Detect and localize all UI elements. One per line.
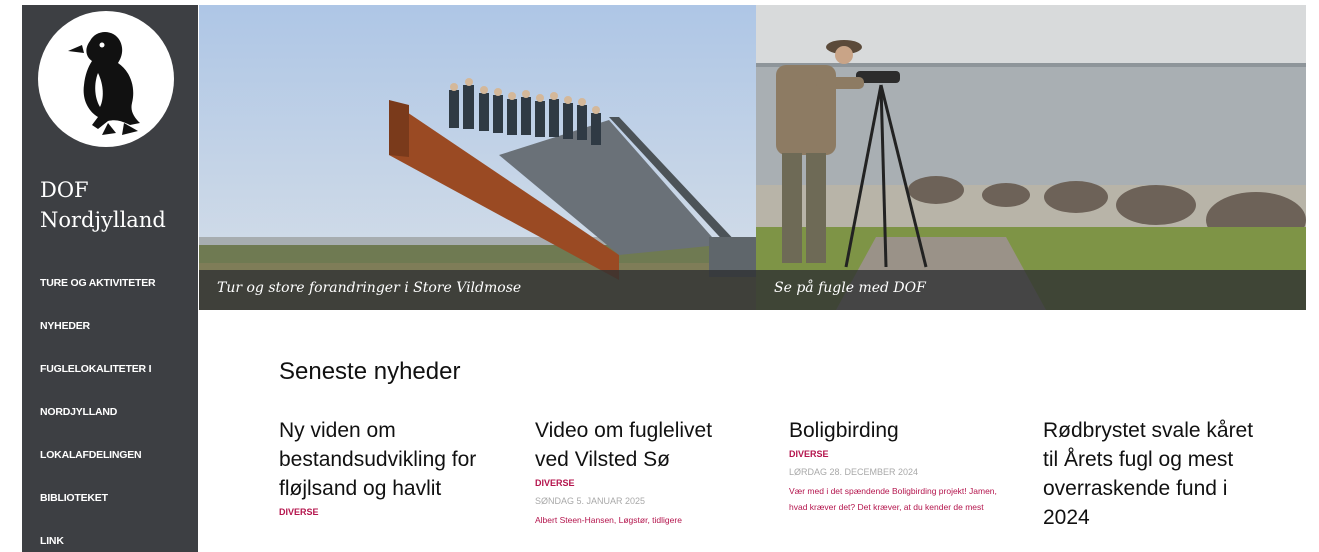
nav-item-lokalafdelingen[interactable]: LOKALAFDELINGEN	[40, 447, 195, 490]
news-title-link[interactable]: Video om fuglelivet ved Vilsted Sø	[535, 416, 750, 474]
news-title-link[interactable]: Boligbirding	[789, 416, 1004, 445]
nav-item-biblioteket[interactable]: BIBLIOTEKET	[40, 490, 195, 533]
news-item: Boligbirding DIVERSE LØRDAG 28. DECEMBER…	[789, 416, 1004, 515]
site-title[interactable]: DOF Nordjylland	[40, 175, 195, 235]
news-item: Rødbrystet svale kåret til Årets fugl og…	[1043, 416, 1258, 532]
news-item: Video om fuglelivet ved Vilsted Sø DIVER…	[535, 416, 750, 528]
dof-logo[interactable]	[38, 11, 174, 147]
news-category-link[interactable]: DIVERSE	[535, 478, 750, 488]
nav-item-link[interactable]: LINK	[40, 533, 195, 552]
nav-item-fuglelokaliteter[interactable]: FUGLELOKALITETER I	[40, 361, 195, 404]
hero-banner: Tur og store forandringer i Store Vildmo…	[199, 5, 1306, 310]
news-category-link[interactable]: DIVERSE	[279, 507, 494, 517]
observation-tower-photo	[199, 5, 756, 310]
caption-bar: Tur og store forandringer i Store Vildmo…	[199, 270, 756, 310]
news-item: Ny viden om bestandsudvikling for fløjls…	[279, 416, 494, 517]
hero-slide-se-paa-fugle[interactable]: Se på fugle med DOF	[756, 5, 1306, 310]
nav-item-ture-og-aktiviteter[interactable]: TURE OG AKTIVITETER	[40, 275, 195, 318]
birdwatcher-photo	[756, 5, 1306, 310]
main-nav: TURE OG AKTIVITETER NYHEDER FUGLELOKALIT…	[40, 275, 195, 552]
hero-caption[interactable]: Se på fugle med DOF	[774, 280, 926, 296]
hero-caption[interactable]: Tur og store forandringer i Store Vildmo…	[217, 280, 521, 296]
hero-slide-vildmose[interactable]: Tur og store forandringer i Store Vildmo…	[199, 5, 756, 310]
news-title-link[interactable]: Rødbrystet svale kåret til Årets fugl og…	[1043, 416, 1258, 532]
nav-item-nyheder[interactable]: NYHEDER	[40, 318, 195, 361]
news-section-heading: Seneste nyheder	[279, 358, 461, 385]
puffin-logo-icon	[68, 32, 140, 135]
news-excerpt: Vær med i det spændende Boligbirding pro…	[789, 486, 997, 512]
news-date: LØRDAG 28. DECEMBER 2024	[789, 467, 919, 477]
news-excerpt: Albert Steen-Hansen, Løgstør, tidligere	[535, 515, 682, 525]
nav-item-nordjylland[interactable]: NORDJYLLAND	[40, 404, 195, 447]
caption-bar: Se på fugle med DOF	[756, 270, 1306, 310]
news-category-link[interactable]: DIVERSE	[789, 449, 1004, 459]
sidebar: DOF Nordjylland TURE OG AKTIVITETER NYHE…	[22, 5, 198, 552]
news-date: SØNDAG 5. JANUAR 2025	[535, 496, 646, 506]
news-title-link[interactable]: Ny viden om bestandsudvikling for fløjls…	[279, 416, 494, 503]
